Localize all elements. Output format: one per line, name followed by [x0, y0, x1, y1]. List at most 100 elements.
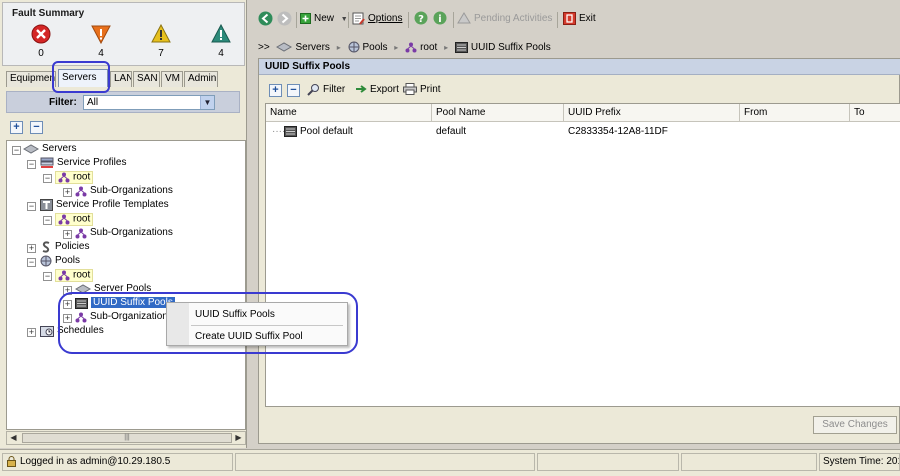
scroll-left-icon[interactable]: ◀ — [7, 432, 20, 444]
tree-node-pools[interactable]: Pools — [40, 254, 80, 268]
breadcrumb-servers[interactable]: Servers — [295, 42, 329, 53]
org-icon — [405, 42, 417, 53]
tree-node-root[interactable]: root — [55, 212, 94, 226]
pending-activities-button[interactable]: Pending Activities — [457, 11, 552, 27]
tab-servers[interactable]: Servers — [58, 69, 108, 87]
chevron-down-icon[interactable]: ▼ — [341, 16, 348, 23]
fault-minor-count: 7 — [158, 48, 164, 59]
tab-equipment[interactable]: Equipment — [6, 71, 56, 87]
chevron-down-icon[interactable]: ▼ — [200, 96, 214, 109]
context-menu: UUID Suffix Pools Create UUID Suffix Poo… — [166, 302, 348, 346]
lock-icon — [7, 455, 16, 467]
info-button[interactable]: i — [433, 11, 450, 27]
tab-san[interactable]: SAN — [133, 71, 160, 87]
tab-lan[interactable]: LAN — [110, 71, 132, 87]
tree-collapse-toggle[interactable]: − — [12, 146, 21, 155]
cell-name[interactable]: Pool default — [284, 125, 353, 139]
breadcrumb: >> Servers ▸ Pools ▸ root ▸ UUID Suffix … — [258, 38, 900, 58]
cell-pool-name: default — [436, 126, 467, 137]
tree-node-service-profiles[interactable]: Service Profiles — [40, 156, 126, 170]
tree-collapse-toggle[interactable]: − — [43, 272, 52, 281]
breadcrumb-root[interactable]: root — [420, 42, 437, 53]
tree-node-root[interactable]: root — [55, 170, 94, 184]
tree-collapse-toggle[interactable]: − — [27, 258, 36, 267]
collapse-all-button[interactable]: − — [30, 121, 43, 134]
status-cell — [537, 453, 679, 471]
column-header-uuid-prefix[interactable]: UUID Prefix — [564, 104, 740, 122]
fault-minor[interactable]: 7 — [141, 23, 181, 59]
tree-node-root[interactable]: root — [55, 268, 94, 282]
tree-node-sub-organizations[interactable]: Sub-Organizations — [75, 226, 173, 240]
column-header-name[interactable]: Name — [266, 104, 432, 122]
tree-label: Service Profiles — [57, 157, 127, 168]
remove-button[interactable]: − — [287, 84, 300, 97]
column-header-to[interactable]: To — [850, 104, 900, 122]
pools-icon — [40, 255, 52, 267]
tree-node-sub-organizations[interactable]: Sub-Organizations — [75, 184, 173, 198]
tree-node-uuid-suffix-pools[interactable]: UUID Suffix Pools — [75, 296, 175, 310]
tree-node-sub-organizations[interactable]: Sub-Organizations — [75, 310, 173, 324]
help-button[interactable]: ? — [414, 11, 431, 27]
tree-node-servers[interactable]: Servers — [23, 142, 76, 156]
tree-label: Sub-Organizations — [90, 311, 173, 322]
tree-collapse-toggle[interactable]: − — [27, 202, 36, 211]
options-icon — [352, 12, 365, 25]
exit-button[interactable]: Exit — [563, 11, 596, 27]
tree-horizontal-scrollbar[interactable]: ◀ ||| ▶ — [6, 431, 246, 445]
column-header-from[interactable]: From — [740, 104, 850, 122]
tree-expand-toggle[interactable]: + — [63, 230, 72, 239]
export-button[interactable]: Export — [355, 82, 399, 98]
tree-expand-toggle[interactable]: + — [27, 244, 36, 253]
svg-text:?: ? — [418, 14, 424, 25]
tree-collapse-toggle[interactable]: − — [27, 160, 36, 169]
tree-expand-toggle[interactable]: + — [27, 328, 36, 337]
tree-expand-toggle[interactable]: + — [63, 300, 72, 309]
column-header-pool-name[interactable]: Pool Name — [432, 104, 564, 122]
scroll-right-icon[interactable]: ▶ — [232, 432, 245, 444]
options-button[interactable]: Options — [352, 11, 402, 27]
menu-item-uuid-suffix-pools[interactable]: UUID Suffix Pools — [195, 308, 275, 322]
tree-node-schedules[interactable]: Schedules — [40, 324, 104, 338]
forward-button[interactable] — [277, 11, 295, 27]
breadcrumb-uuid-suffix-pools[interactable]: UUID Suffix Pools — [471, 42, 551, 53]
menu-item-create-uuid-suffix-pool[interactable]: Create UUID Suffix Pool — [195, 330, 303, 344]
tab-vm[interactable]: VM — [161, 71, 183, 87]
filter-select[interactable]: All ▼ — [83, 95, 215, 110]
tree-label: Pools — [55, 255, 81, 266]
fault-major[interactable]: 4 — [81, 23, 121, 59]
tree-label: Sub-Organizations — [90, 185, 173, 196]
filter-button[interactable]: Filter — [307, 82, 345, 98]
pools-icon — [348, 41, 359, 53]
minor-warning-icon — [151, 23, 171, 43]
breadcrumb-pools[interactable]: Pools — [363, 42, 388, 53]
print-button[interactable]: Print — [403, 82, 441, 98]
back-button[interactable] — [258, 11, 276, 27]
tree-expand-toggle[interactable]: + — [63, 188, 72, 197]
tree-node-service-profile-templates[interactable]: Service Profile Templates — [40, 198, 169, 212]
toolbar-divider — [348, 12, 349, 28]
svg-text:i: i — [438, 14, 441, 25]
new-button[interactable]: New ▼ — [300, 11, 348, 27]
server-icon — [75, 284, 91, 294]
forward-arrow-icon — [277, 11, 292, 26]
schedules-icon — [40, 326, 54, 337]
tree-expand-toggle[interactable]: + — [63, 314, 72, 323]
scrollbar-thumb[interactable]: ||| — [22, 433, 232, 443]
tree-label-selected: UUID Suffix Pools — [91, 297, 175, 308]
org-icon — [75, 186, 87, 196]
expand-all-button[interactable]: + — [10, 121, 23, 134]
tree-collapse-toggle[interactable]: − — [43, 174, 52, 183]
fault-critical[interactable]: 0 — [21, 23, 61, 59]
save-changes-button[interactable]: Save Changes — [813, 416, 897, 434]
org-icon — [58, 172, 70, 182]
tree-node-server-pools[interactable]: Server Pools — [75, 282, 151, 296]
toolbar-divider — [557, 12, 558, 28]
breadcrumb-arrow-icon: ▸ — [444, 43, 449, 52]
add-button[interactable]: + — [269, 84, 282, 97]
tree-collapse-toggle[interactable]: − — [43, 216, 52, 225]
login-status: Logged in as admin@10.29.180.5 — [2, 453, 233, 471]
fault-warning[interactable]: 4 — [201, 23, 241, 59]
tree-expand-toggle[interactable]: + — [63, 286, 72, 295]
tree-node-policies[interactable]: Policies — [40, 240, 89, 254]
tab-admin[interactable]: Admin — [184, 71, 218, 87]
